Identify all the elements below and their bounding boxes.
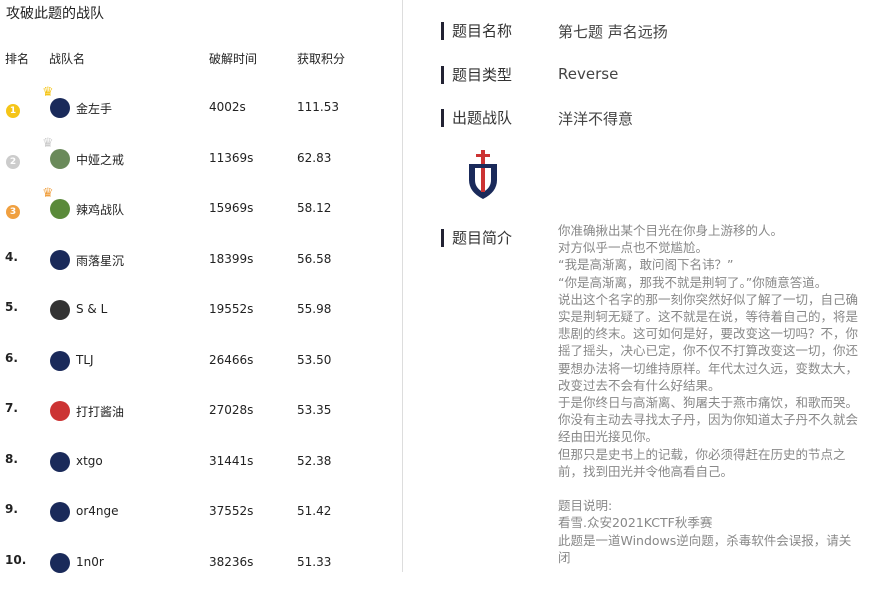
team-logo-icon (469, 150, 497, 199)
solve-time: 15969s (209, 201, 254, 215)
solve-time: 27028s (209, 403, 254, 417)
team-name[interactable]: 1n0r (76, 555, 104, 569)
label-challenge-name: 题目名称 (441, 22, 512, 40)
team-name[interactable]: 打打酱油 (76, 403, 124, 420)
team-avatar[interactable] (50, 300, 70, 320)
team-avatar[interactable] (50, 552, 70, 573)
medal-icon: 3 (6, 205, 20, 219)
score: 58.12 (297, 201, 332, 215)
team-name[interactable]: or4nge (76, 504, 119, 518)
solve-time: 4002s (209, 100, 246, 114)
team-row: 5. S & L 19552s 55.98 (0, 300, 400, 350)
team-row: 7. 打打酱油 27028s 53.35 (0, 401, 400, 451)
team-row: 1 ♛ 金左手 4002s 111.53 (0, 85, 400, 148)
label-intro: 题目简介 (441, 229, 512, 247)
team-name[interactable]: 金左手 (76, 100, 112, 117)
header-team: 战队名 (49, 52, 86, 66)
solve-time: 37552s (209, 504, 254, 518)
rank: 10. (5, 552, 27, 567)
challenge-name: 第七题 声名远扬 (558, 23, 668, 41)
team-row: 9. or4nge 37552s 51.42 (0, 502, 400, 552)
score: 53.50 (297, 352, 332, 367)
team-avatar[interactable] (50, 249, 70, 270)
author-team: 洋洋不得意 (558, 110, 634, 128)
solve-time: 38236s (209, 554, 254, 569)
team-row: 2 ♛ 中娅之戒 11369s 62.83 (0, 136, 400, 199)
team-name[interactable]: 辣鸡战队 (76, 201, 124, 218)
rank: 6. (5, 350, 18, 365)
header-score: 获取积分 (297, 52, 346, 66)
solvers-panel: 攻破此题的战队 排名 战队名 破解时间 获取积分 1 ♛ 金左手 4002s 111.5… (0, 0, 403, 573)
team-avatar[interactable] (50, 350, 70, 371)
team-row: 6. TLJ 26466s 53.50 (0, 350, 400, 401)
crown-icon: ♛ (42, 186, 54, 201)
rank: 4. (5, 249, 18, 264)
solve-time: 26466s (209, 352, 254, 367)
team-name[interactable]: TLJ (76, 353, 94, 367)
rank: 5. (5, 300, 18, 314)
score: 51.42 (297, 504, 332, 518)
solve-time: 19552s (209, 302, 254, 316)
team-avatar[interactable] (50, 148, 70, 169)
score: 52.38 (297, 453, 332, 468)
header-time: 破解时间 (209, 52, 258, 66)
score: 62.83 (297, 150, 332, 165)
team-name[interactable]: S & L (76, 302, 107, 316)
team-name[interactable]: 中娅之戒 (76, 151, 124, 168)
solve-time: 11369s (209, 150, 254, 165)
panel-title: 攻破此题的战队 (6, 6, 104, 22)
medal-icon: 1 (6, 104, 20, 118)
team-row: 8. xtgo 31441s 52.38 (0, 451, 400, 502)
team-row: 3 ♛ 辣鸡战队 15969s 58.12 (0, 186, 400, 249)
score: 55.98 (297, 302, 332, 316)
challenge-intro: 你准确揪出某个目光在你身上游移的人。 对方似乎一点也不觉尴尬。 “我是高渐离，敢… (558, 223, 859, 565)
team-avatar[interactable] (50, 451, 70, 472)
label-author-team: 出题战队 (441, 109, 512, 127)
solve-time: 31441s (209, 453, 254, 468)
team-row: 10. 1n0r 38236s 51.33 (0, 552, 400, 603)
challenge-type: Reverse (558, 65, 619, 83)
crown-icon: ♛ (42, 135, 54, 151)
medal-icon: 2 (6, 154, 20, 169)
team-avatar[interactable] (50, 502, 70, 522)
team-avatar[interactable] (50, 401, 70, 421)
header-rank: 排名 (5, 52, 30, 66)
team-row: 4. 雨落星沉 18399s 56.58 (0, 249, 400, 300)
score: 111.53 (297, 100, 339, 114)
label-challenge-type: 题目类型 (441, 66, 512, 84)
rank: 7. (5, 401, 18, 415)
crown-icon: ♛ (42, 85, 54, 100)
team-name[interactable]: xtgo (76, 454, 103, 468)
score: 56.58 (297, 251, 332, 266)
rank: 9. (5, 502, 18, 516)
score: 53.35 (297, 403, 332, 417)
solve-time: 18399s (209, 251, 254, 266)
rank: 8. (5, 451, 18, 466)
team-avatar[interactable] (50, 199, 70, 219)
score: 51.33 (297, 554, 332, 569)
team-name[interactable]: 雨落星沉 (76, 252, 124, 269)
team-avatar[interactable] (50, 98, 70, 118)
